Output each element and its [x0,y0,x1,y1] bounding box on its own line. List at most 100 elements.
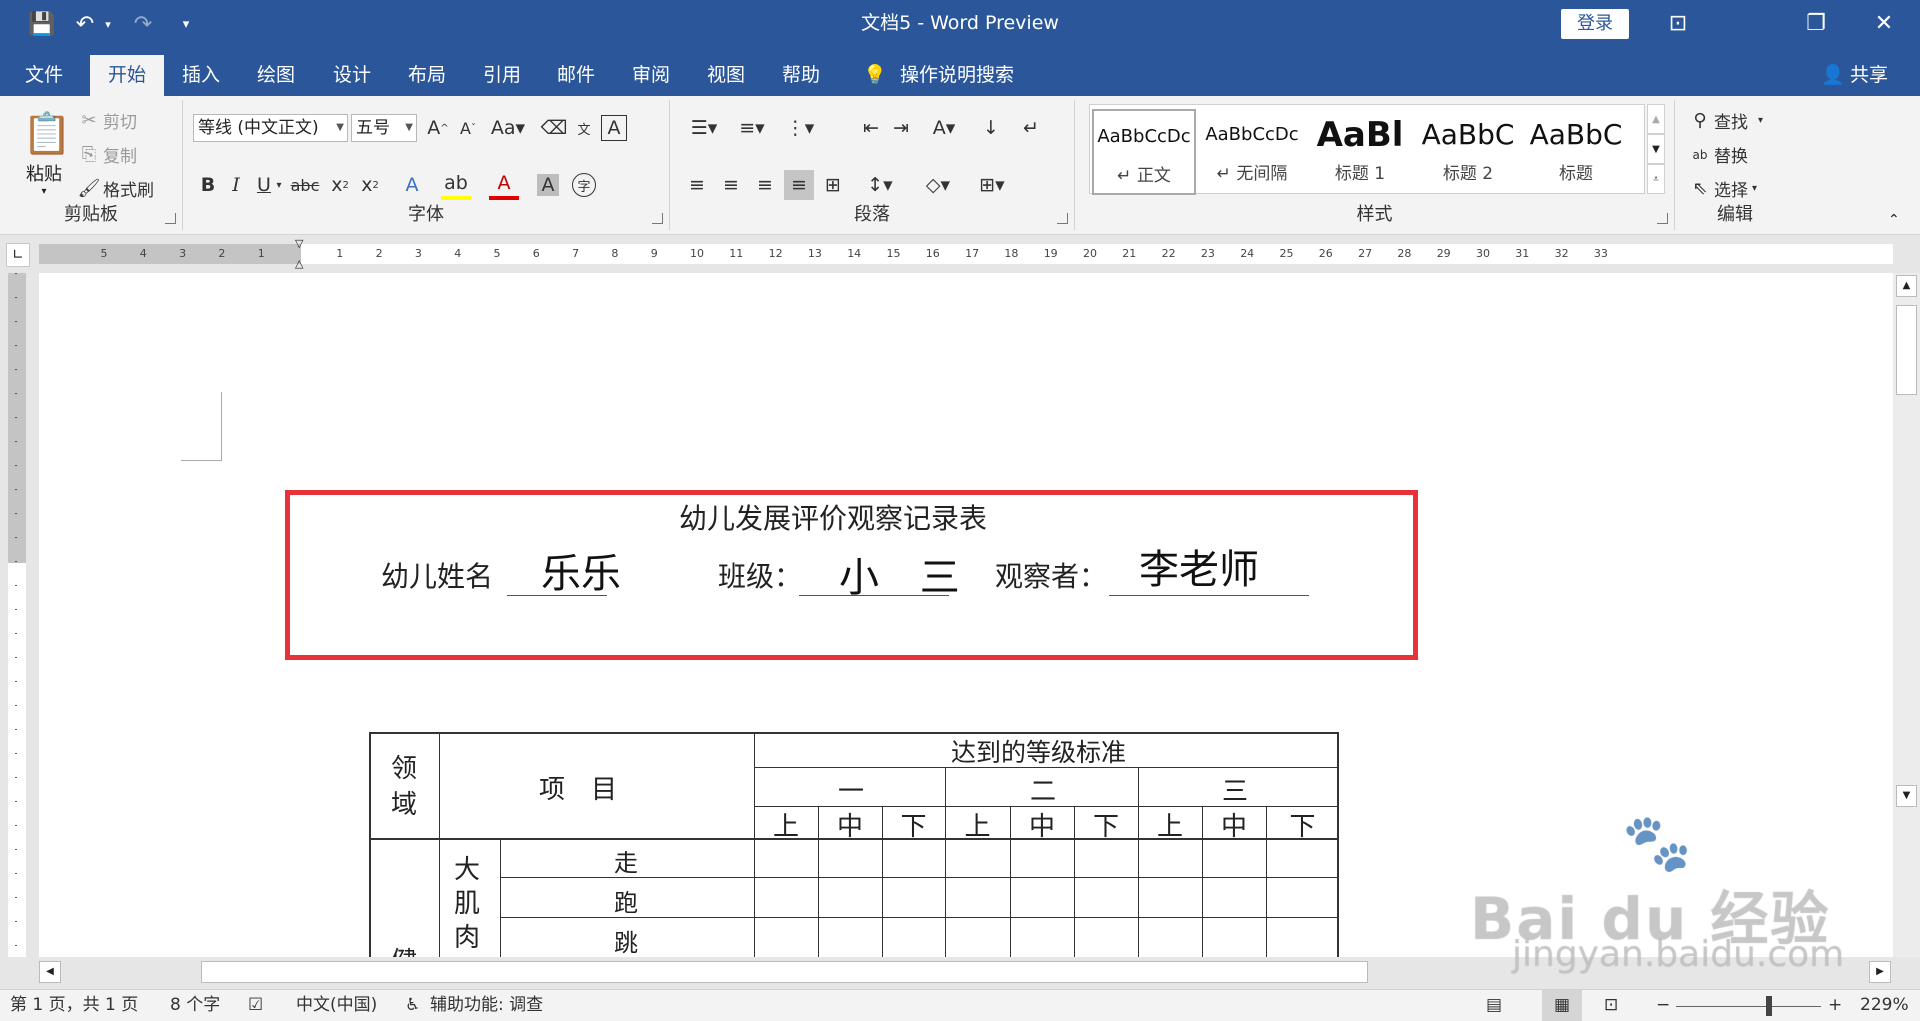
subscript-icon[interactable]: x2 [325,170,355,200]
paste-button[interactable]: 粘贴 [14,160,74,186]
horizontal-scroll-thumb[interactable] [201,961,1368,983]
styles-scroll-up-icon[interactable]: ▲ [1647,104,1665,134]
login-button[interactable]: 登录 [1561,9,1629,39]
sort-icon[interactable]: ↓ [976,113,1006,143]
distributed-icon[interactable]: ⊞ [818,170,848,200]
zoom-level[interactable]: 229% [1860,990,1909,1021]
change-case-icon[interactable]: Aa▾ [488,113,528,143]
style-heading-1[interactable]: AaBl 标题 1 [1308,109,1412,195]
horizontal-scrollbar[interactable]: ◀ ▶ [0,957,1920,989]
style-normal[interactable]: AaBbCcDc ↵ 正文 [1092,109,1196,195]
tab-file[interactable]: 文件 [14,55,74,96]
proofing-icon[interactable]: ☑ [248,990,263,1021]
tab-view[interactable]: 视图 [695,55,757,96]
phonetic-guide-icon[interactable]: 文 [569,113,599,143]
accessibility-status[interactable]: 辅助功能: 调查 [430,990,543,1021]
font-color-icon[interactable]: A [489,170,519,200]
justify-icon[interactable]: ≡ [784,170,814,200]
highlight-color-icon[interactable]: ab [441,170,471,200]
cut-button[interactable]: ✂ 剪切 [78,108,137,133]
collapse-ribbon-icon[interactable]: ⌃ [1888,212,1900,228]
web-layout-icon[interactable]: ⊡ [1604,990,1618,1021]
shading-icon[interactable]: ◇▾ [916,170,960,200]
tab-layout[interactable]: 布局 [396,55,458,96]
underline-dropdown-icon[interactable]: ▾ [271,170,287,200]
page-count[interactable]: 第 1 页，共 1 页 [10,990,138,1021]
strikethrough-icon[interactable]: abc [287,170,323,200]
share-button[interactable]: 共享 [1850,55,1900,96]
enclose-characters-icon[interactable]: 字 [572,173,596,197]
print-layout-icon[interactable]: ▦ [1542,990,1582,1021]
tab-help[interactable]: 帮助 [770,55,832,96]
customize-quick-access-icon[interactable]: ▾ [176,10,196,38]
tab-home[interactable]: 开始 [90,55,164,96]
styles-launcher-icon[interactable] [1657,213,1668,224]
asian-layout-icon[interactable]: A▾ [922,113,966,143]
paragraph-launcher-icon[interactable] [1057,213,1068,224]
tab-references[interactable]: 引用 [471,55,533,96]
horizontal-ruler[interactable]: ∟ 5 4 3 2 1 1 2 3 4 5 6 7 8 9 10 11 12 13 14 15 16 17 18 19 20 21… [0,235,1920,273]
bullets-icon[interactable]: ☰▾ [682,113,726,143]
style-heading-2[interactable]: AaBbC 标题 2 [1416,109,1520,195]
align-left-icon[interactable]: ≡ [682,170,712,200]
scroll-down-icon[interactable]: ▼ [1896,785,1917,807]
paste-icon[interactable]: 📋 [22,108,72,160]
superscript-icon[interactable]: x2 [355,170,385,200]
tab-mailings[interactable]: 邮件 [545,55,607,96]
clear-formatting-icon[interactable]: ⌫ [539,113,569,143]
undo-dropdown-icon[interactable]: ▾ [101,10,115,38]
select-button[interactable]: ⇖ 选择 ▾ [1689,176,1757,201]
redo-icon[interactable]: ↷ [128,10,158,38]
clipboard-launcher-icon[interactable] [165,213,176,224]
line-spacing-icon[interactable]: ↕▾ [858,170,902,200]
hanging-indent-icon[interactable]: △ [295,257,303,270]
document-page[interactable]: 幼儿发展评价观察记录表 幼儿姓名 乐乐 班级： 小 三 观察者： 李老师 领域 … [39,273,1893,957]
style-title[interactable]: AaBbC 标题 [1524,109,1628,195]
character-shading-icon[interactable]: A [537,174,559,196]
font-size-combo[interactable]: 五号 ▼ [351,114,417,142]
copy-button[interactable]: ⎘ 复制 [78,142,137,167]
find-button[interactable]: ⚲ 查找 ▾ [1689,108,1763,133]
character-border-icon[interactable]: A [601,115,627,141]
decrease-indent-icon[interactable]: ⇤ [856,113,886,143]
format-painter-button[interactable]: 🖌 格式刷 [78,176,154,201]
paste-dropdown-icon[interactable]: ▾ [14,186,74,197]
zoom-in-icon[interactable]: + [1828,990,1842,1021]
read-mode-icon[interactable]: ▤ [1486,990,1502,1021]
show-formatting-marks-icon[interactable]: ↵ [1016,113,1046,143]
undo-icon[interactable]: ↶ [70,10,100,38]
zoom-slider[interactable] [1676,1006,1821,1007]
align-right-icon[interactable]: ≡ [750,170,780,200]
bold-icon[interactable]: B [193,170,223,200]
font-launcher-icon[interactable] [652,213,663,224]
scroll-left-icon[interactable]: ◀ [39,961,61,983]
word-count[interactable]: 8 个字 [170,990,220,1021]
save-icon[interactable]: 💾 [26,10,58,38]
grow-font-icon[interactable]: A ^ [423,113,453,143]
vertical-scroll-thumb[interactable] [1896,305,1917,395]
style-no-spacing[interactable]: AaBbCcDc ↵ 无间隔 [1200,109,1304,195]
tell-me-search[interactable]: 操作说明搜索 [900,55,1020,96]
font-name-combo[interactable]: 等线 (中文正文) ▼ [193,114,348,142]
align-center-icon[interactable]: ≡ [716,170,746,200]
language[interactable]: 中文(中国) [296,990,377,1021]
first-line-indent-icon[interactable]: ▽ [295,237,303,250]
vertical-ruler[interactable] [8,273,26,957]
vertical-scrollbar[interactable]: ▲ ▼ [1893,273,1920,957]
italic-icon[interactable]: I [221,170,251,200]
styles-more-icon[interactable]: ⩡ [1647,164,1665,194]
multilevel-list-icon[interactable]: ⋮▾ [778,113,822,143]
zoom-out-icon[interactable]: − [1656,990,1670,1021]
close-window-icon[interactable]: ✕ [1854,0,1914,47]
zoom-slider-thumb[interactable] [1766,996,1772,1016]
numbering-icon[interactable]: ≡▾ [730,113,774,143]
font-size-dropdown-icon[interactable]: ▼ [405,115,413,141]
increase-indent-icon[interactable]: ⇥ [886,113,916,143]
restore-window-icon[interactable]: ❐ [1786,0,1846,47]
tab-draw[interactable]: 绘图 [245,55,307,96]
text-effects-icon[interactable]: A [397,170,427,200]
shrink-font-icon[interactable]: Aˇ [453,113,483,143]
tab-design[interactable]: 设计 [321,55,383,96]
borders-icon[interactable]: ⊞▾ [970,170,1014,200]
scroll-up-icon[interactable]: ▲ [1896,275,1917,297]
